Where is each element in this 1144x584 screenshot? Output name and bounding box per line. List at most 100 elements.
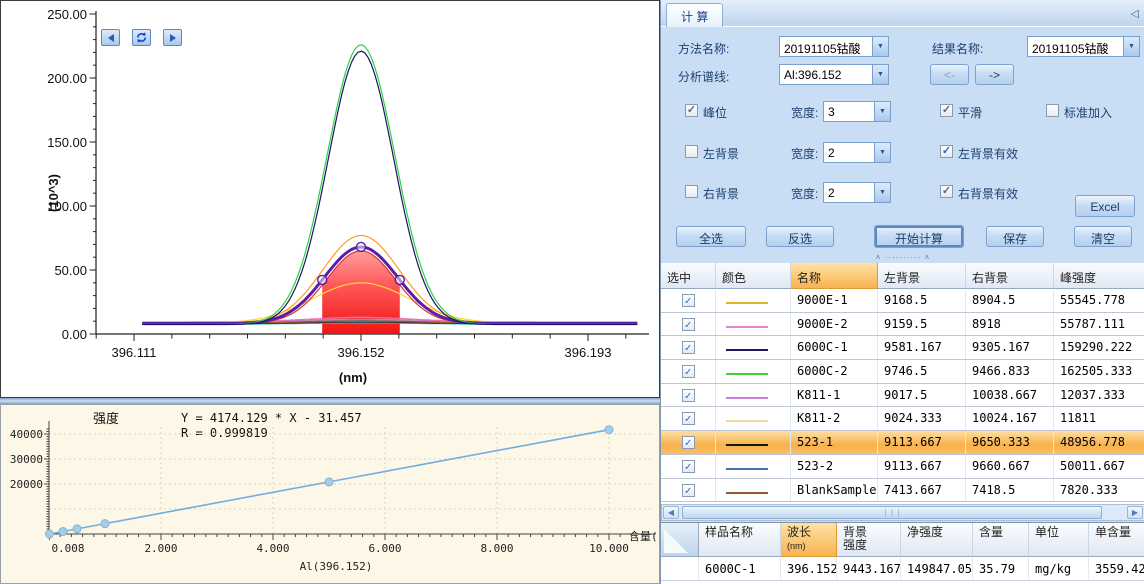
horizontal-scrollbar[interactable]: ◀ ❘❘❘ ▶ [661, 504, 1144, 521]
table-row[interactable]: BlankSample17413.6677418.57820.333 [661, 479, 1144, 503]
x-tick-label: 396.193 [565, 345, 612, 360]
collapse-panel-icon[interactable]: ◁ [1131, 7, 1139, 20]
sample-column-header[interactable]: 背景 强度 [837, 523, 901, 557]
left-background-value: 9024.333 [878, 407, 966, 430]
peak-width-combo[interactable]: 3 ▼ [823, 101, 891, 122]
left-background-value: 9017.5 [878, 384, 966, 407]
right-background-value: 9650.333 [966, 431, 1054, 454]
x-tick-label: 396.152 [338, 345, 385, 360]
column-header-peak-intensity[interactable]: 峰强度 [1054, 263, 1144, 289]
row-checkbox[interactable] [682, 484, 695, 497]
sample-column-header[interactable]: 单含量 [1089, 523, 1144, 557]
dropdown-arrow-icon[interactable]: ▼ [874, 102, 890, 121]
spectrum-xlabel: (nm) [339, 370, 367, 385]
table-row[interactable]: K811-29024.33310024.16711811 [661, 407, 1144, 431]
calibration-point[interactable] [325, 478, 333, 486]
calibration-point[interactable] [59, 527, 67, 535]
dropdown-arrow-icon[interactable]: ▼ [872, 65, 888, 84]
smooth-checkbox[interactable] [940, 104, 953, 117]
row-checkbox[interactable] [682, 341, 695, 354]
y-tick-label: 250.00 [47, 7, 87, 22]
table-row[interactable]: 9000E-19168.58904.555545.778 [661, 289, 1144, 313]
dropdown-arrow-icon[interactable]: ▼ [872, 37, 888, 56]
result-name-combo[interactable]: 20191105钴酸 ▼ [1027, 36, 1140, 57]
left-arrow-icon [108, 34, 114, 42]
sample-column-header[interactable]: 含量 [973, 523, 1029, 557]
start-calculation-button[interactable]: 开始计算 [874, 225, 964, 248]
sample-name: 9000E-1 [791, 289, 878, 312]
chart-back-button[interactable] [101, 29, 120, 46]
calibration-point[interactable] [45, 530, 53, 538]
left-bg-width-combo[interactable]: 2 ▼ [823, 142, 891, 163]
scroll-right-icon[interactable]: ▶ [1127, 506, 1143, 519]
column-header-right-bg[interactable]: 右背景 [966, 263, 1054, 289]
row-checkbox[interactable] [682, 389, 695, 402]
column-header-color[interactable]: 颜色 [716, 263, 791, 289]
prev-line-button[interactable]: <- [930, 64, 969, 85]
peak-intensity-value: 50011.667 [1054, 455, 1144, 478]
series-color-line [726, 492, 768, 494]
row-checkbox[interactable] [682, 365, 695, 378]
invert-selection-button[interactable]: 反选 [766, 226, 834, 247]
table-row[interactable]: 6000C-29746.59466.833162505.333 [661, 360, 1144, 384]
series-color-line [726, 397, 768, 399]
table-row[interactable]: 9000E-29159.5891855787.111 [661, 313, 1144, 337]
table-row[interactable]: K811-19017.510038.66712037.333 [661, 384, 1144, 408]
select-all-button[interactable]: 全选 [676, 226, 746, 247]
table-row[interactable]: 523-29113.6679660.66750011.667 [661, 455, 1144, 479]
sample-column-header[interactable]: 样品名称 [699, 523, 781, 557]
method-name-label: 方法名称: [678, 40, 729, 57]
tab-calculate[interactable]: 计 算 [666, 3, 723, 27]
peak-intensity-value: 162505.333 [1054, 360, 1144, 383]
series-color-line [726, 349, 768, 351]
column-header-checked[interactable]: 选中 [661, 263, 716, 289]
left-bg-valid-checkbox[interactable] [940, 145, 953, 158]
right-background-value: 9466.833 [966, 360, 1054, 383]
standard-addition-checkbox[interactable] [1046, 104, 1059, 117]
column-header-left-bg[interactable]: 左背景 [878, 263, 966, 289]
left-bg-valid-label: 左背景有效 [958, 145, 1018, 162]
table-row[interactable]: 523-19113.6679650.33348956.778 [661, 431, 1144, 455]
chart-refresh-button[interactable] [132, 29, 151, 46]
clear-button[interactable]: 清空 [1074, 226, 1132, 247]
panel-splitter-handle[interactable]: ˄ ·········· ˄ [661, 253, 1144, 262]
row-checkbox[interactable] [682, 460, 695, 473]
save-button[interactable]: 保存 [986, 226, 1044, 247]
row-checkbox[interactable] [682, 436, 695, 449]
calibration-point[interactable] [605, 426, 613, 434]
table-row[interactable]: 6000C-19581.1679305.167159290.222 [661, 336, 1144, 360]
sample-name: 6000C-2 [791, 360, 878, 383]
right-bg-width-combo[interactable]: 2 ▼ [823, 182, 891, 203]
sample-column-header[interactable]: 净强度 [901, 523, 973, 557]
dropdown-arrow-icon[interactable]: ▼ [874, 183, 890, 202]
calibration-point[interactable] [101, 520, 109, 528]
sample-column-header[interactable]: 单位 [1029, 523, 1089, 557]
row-checkbox[interactable] [682, 412, 695, 425]
peak-position-checkbox[interactable] [685, 104, 698, 117]
row-checkbox[interactable] [682, 318, 695, 331]
column-header-name[interactable]: 名称 [791, 263, 878, 289]
chart-forward-button[interactable] [163, 29, 182, 46]
table-corner-cell[interactable] [661, 523, 699, 557]
right-background-checkbox[interactable] [685, 185, 698, 198]
dropdown-arrow-icon[interactable]: ▼ [1123, 37, 1139, 56]
excel-export-button[interactable]: Excel [1075, 195, 1135, 217]
calibration-xlabel: 含量( [629, 529, 658, 543]
sample-table-row[interactable]: 6000C-1396.1529443.167149847.05635.79mg/… [661, 557, 1144, 581]
peak-intensity-value: 12037.333 [1054, 384, 1144, 407]
left-background-checkbox[interactable] [685, 145, 698, 158]
sample-column-header[interactable]: 波长(nm) [781, 523, 837, 557]
peak-intensity-value: 55787.111 [1054, 313, 1144, 336]
peak-intensity-value: 55545.778 [1054, 289, 1144, 312]
analysis-line-combo[interactable]: Al:396.152 ▼ [779, 64, 889, 85]
scroll-left-icon[interactable]: ◀ [663, 506, 679, 519]
next-line-button[interactable]: -> [975, 64, 1014, 85]
calibration-point[interactable] [73, 525, 81, 533]
calibration-series-label[interactable]: Al(396.152) [300, 560, 373, 573]
peak-width-value: 3 [824, 102, 874, 121]
right-bg-valid-checkbox[interactable] [940, 185, 953, 198]
method-name-combo[interactable]: 20191105钴酸 ▼ [779, 36, 889, 57]
dropdown-arrow-icon[interactable]: ▼ [874, 143, 890, 162]
row-checkbox[interactable] [682, 294, 695, 307]
scrollbar-thumb[interactable]: ❘❘❘ [682, 506, 1102, 519]
